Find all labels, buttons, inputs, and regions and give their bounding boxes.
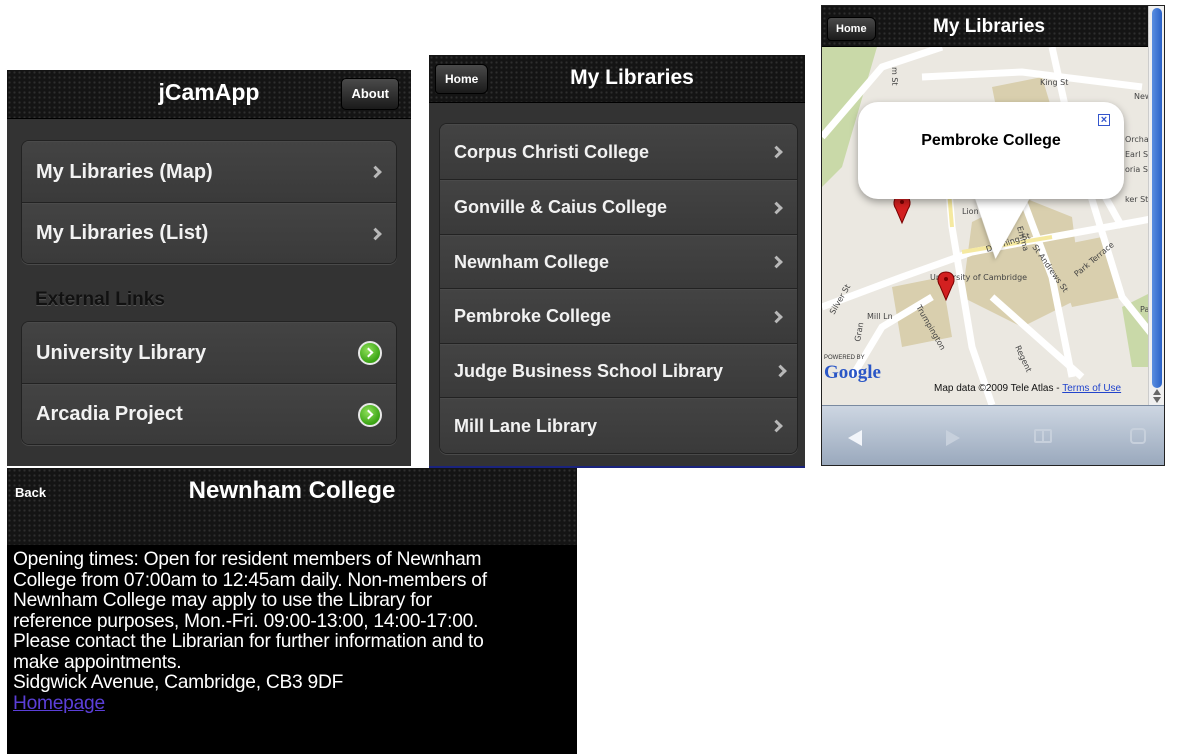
section-header-external-links: External Links xyxy=(35,289,165,310)
chevron-right-icon xyxy=(770,145,783,159)
chevron-right-icon xyxy=(770,255,783,269)
description-line: Please contact the Librarian for further… xyxy=(13,631,484,652)
link-label: Arcadia Project xyxy=(36,403,183,425)
list-item-label: Corpus Christi College xyxy=(454,141,650,162)
list-item[interactable]: Newnham College xyxy=(440,235,797,289)
map-toolbar: My Libraries Home xyxy=(822,6,1148,47)
close-icon[interactable]: × xyxy=(1098,114,1110,126)
list-toolbar: My Libraries Home xyxy=(429,55,805,103)
address-line: Sidgwick Avenue, Cambridge, CB3 9DF xyxy=(13,672,344,693)
google-logo: Google xyxy=(824,362,881,383)
chevron-right-icon xyxy=(770,201,783,214)
link-university-library[interactable]: University Library xyxy=(22,322,396,384)
back-arrow-icon[interactable] xyxy=(848,430,862,446)
home-button[interactable]: Home xyxy=(827,17,876,41)
go-arrow-icon[interactable] xyxy=(358,402,382,427)
bookmarks-icon[interactable] xyxy=(1034,429,1052,443)
callout-title: Pembroke College xyxy=(921,132,1061,149)
library-detail-screen: Newnham College Back Opening times: Open… xyxy=(7,468,577,754)
home-screen: jCamApp About My Libraries (Map) My Libr… xyxy=(7,70,411,466)
list-item[interactable]: Gonville & Caius College xyxy=(440,180,797,235)
description-line: College from 07:00am to 12:45am daily. N… xyxy=(13,569,487,591)
forward-arrow-icon[interactable] xyxy=(946,430,960,446)
about-button[interactable]: About xyxy=(341,78,399,110)
list-item-label: Pembroke College xyxy=(454,306,612,326)
list-item[interactable]: Pembroke College xyxy=(440,289,797,344)
menu-group: My Libraries (Map) My Libraries (List) xyxy=(21,140,397,264)
home-button[interactable]: Home xyxy=(435,64,489,94)
detail-toolbar: Newnham College Back xyxy=(7,468,577,546)
terms-of-use-link[interactable]: Terms of Use xyxy=(1062,383,1121,394)
list-item[interactable]: Mill Lane Library xyxy=(440,398,797,453)
powered-by-label: POWERED BY xyxy=(824,355,865,361)
homepage-link[interactable]: Homepage xyxy=(13,693,105,714)
library-list: Corpus Christi College Gonville & Caius … xyxy=(439,123,798,454)
library-list-screen: My Libraries Home Corpus Christi College… xyxy=(429,55,805,468)
scroll-down-icon[interactable] xyxy=(1153,397,1161,403)
library-description: Opening times: Open for resident members… xyxy=(13,549,573,714)
menu-item-label: My Libraries (List) xyxy=(36,222,209,244)
chevron-right-icon xyxy=(770,419,783,433)
chevron-right-icon xyxy=(369,227,382,240)
attribution-text: Map data ©2009 Tele Atlas - xyxy=(934,383,1063,394)
page-title: Newnham College xyxy=(188,477,396,504)
list-item[interactable]: Corpus Christi College xyxy=(440,124,797,180)
scroll-up-icon[interactable] xyxy=(1153,389,1161,395)
map-view[interactable]: King St New Orchard Earl St oria St ker … xyxy=(822,47,1162,405)
browser-toolbar xyxy=(822,405,1164,465)
description-line: Opening times: Open for resident members… xyxy=(13,549,482,570)
scrollbar[interactable] xyxy=(1148,6,1164,406)
map-attribution: Map data ©2009 Tele Atlas - Terms of Use xyxy=(934,383,1121,394)
chevron-right-icon xyxy=(369,165,382,179)
map-label: King St xyxy=(1040,78,1068,87)
link-label: University Library xyxy=(36,341,207,364)
external-links-group: University Library Arcadia Project xyxy=(21,321,397,445)
list-item-label: Judge Business School Library xyxy=(454,360,724,381)
map-label: Mill Ln xyxy=(867,312,893,321)
list-item-label: Mill Lane Library xyxy=(454,415,598,436)
menu-item-list[interactable]: My Libraries (List) xyxy=(22,203,396,263)
map-label: ker St xyxy=(1125,195,1148,204)
list-item-label: Newnham College xyxy=(454,251,610,272)
home-toolbar: jCamApp About xyxy=(7,70,411,119)
chevron-right-icon xyxy=(770,310,783,323)
pages-icon[interactable] xyxy=(1130,428,1146,444)
link-arcadia-project[interactable]: Arcadia Project xyxy=(22,384,396,444)
list-item[interactable]: Judge Business School Library xyxy=(440,344,797,398)
description-line: make appointments. xyxy=(13,651,182,673)
go-arrow-icon[interactable] xyxy=(358,341,382,365)
description-line: Newnham College may apply to use the Lib… xyxy=(13,590,432,611)
library-map-screen: My Libraries Home King St New Orchard Ea… xyxy=(821,5,1165,466)
back-button[interactable]: Back xyxy=(15,485,46,500)
map-callout: Pembroke College × xyxy=(858,102,1124,199)
list-item-label: Gonville & Caius College xyxy=(454,197,668,217)
menu-item-map[interactable]: My Libraries (Map) xyxy=(22,141,396,203)
description-line: reference purposes, Mon.-Fri. 09:00-13:0… xyxy=(13,610,479,632)
menu-item-label: My Libraries (Map) xyxy=(36,160,213,183)
map-label: m St xyxy=(890,67,899,86)
scrollbar-thumb[interactable] xyxy=(1152,8,1162,388)
